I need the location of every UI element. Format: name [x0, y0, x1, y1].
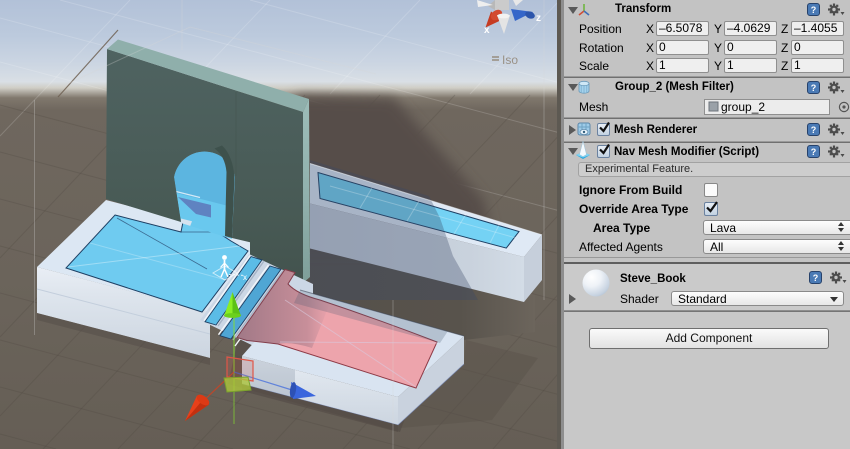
- svg-text:?: ?: [811, 125, 817, 135]
- svg-text:x: x: [484, 25, 490, 36]
- svg-text:?: ?: [811, 147, 817, 157]
- svg-text:?: ?: [811, 5, 817, 15]
- svg-text:?: ?: [811, 83, 817, 93]
- svg-text:?: ?: [813, 273, 819, 283]
- svg-text:Iso: Iso: [502, 53, 518, 67]
- svg-text:x: x: [243, 273, 247, 282]
- svg-text:z: z: [536, 13, 541, 24]
